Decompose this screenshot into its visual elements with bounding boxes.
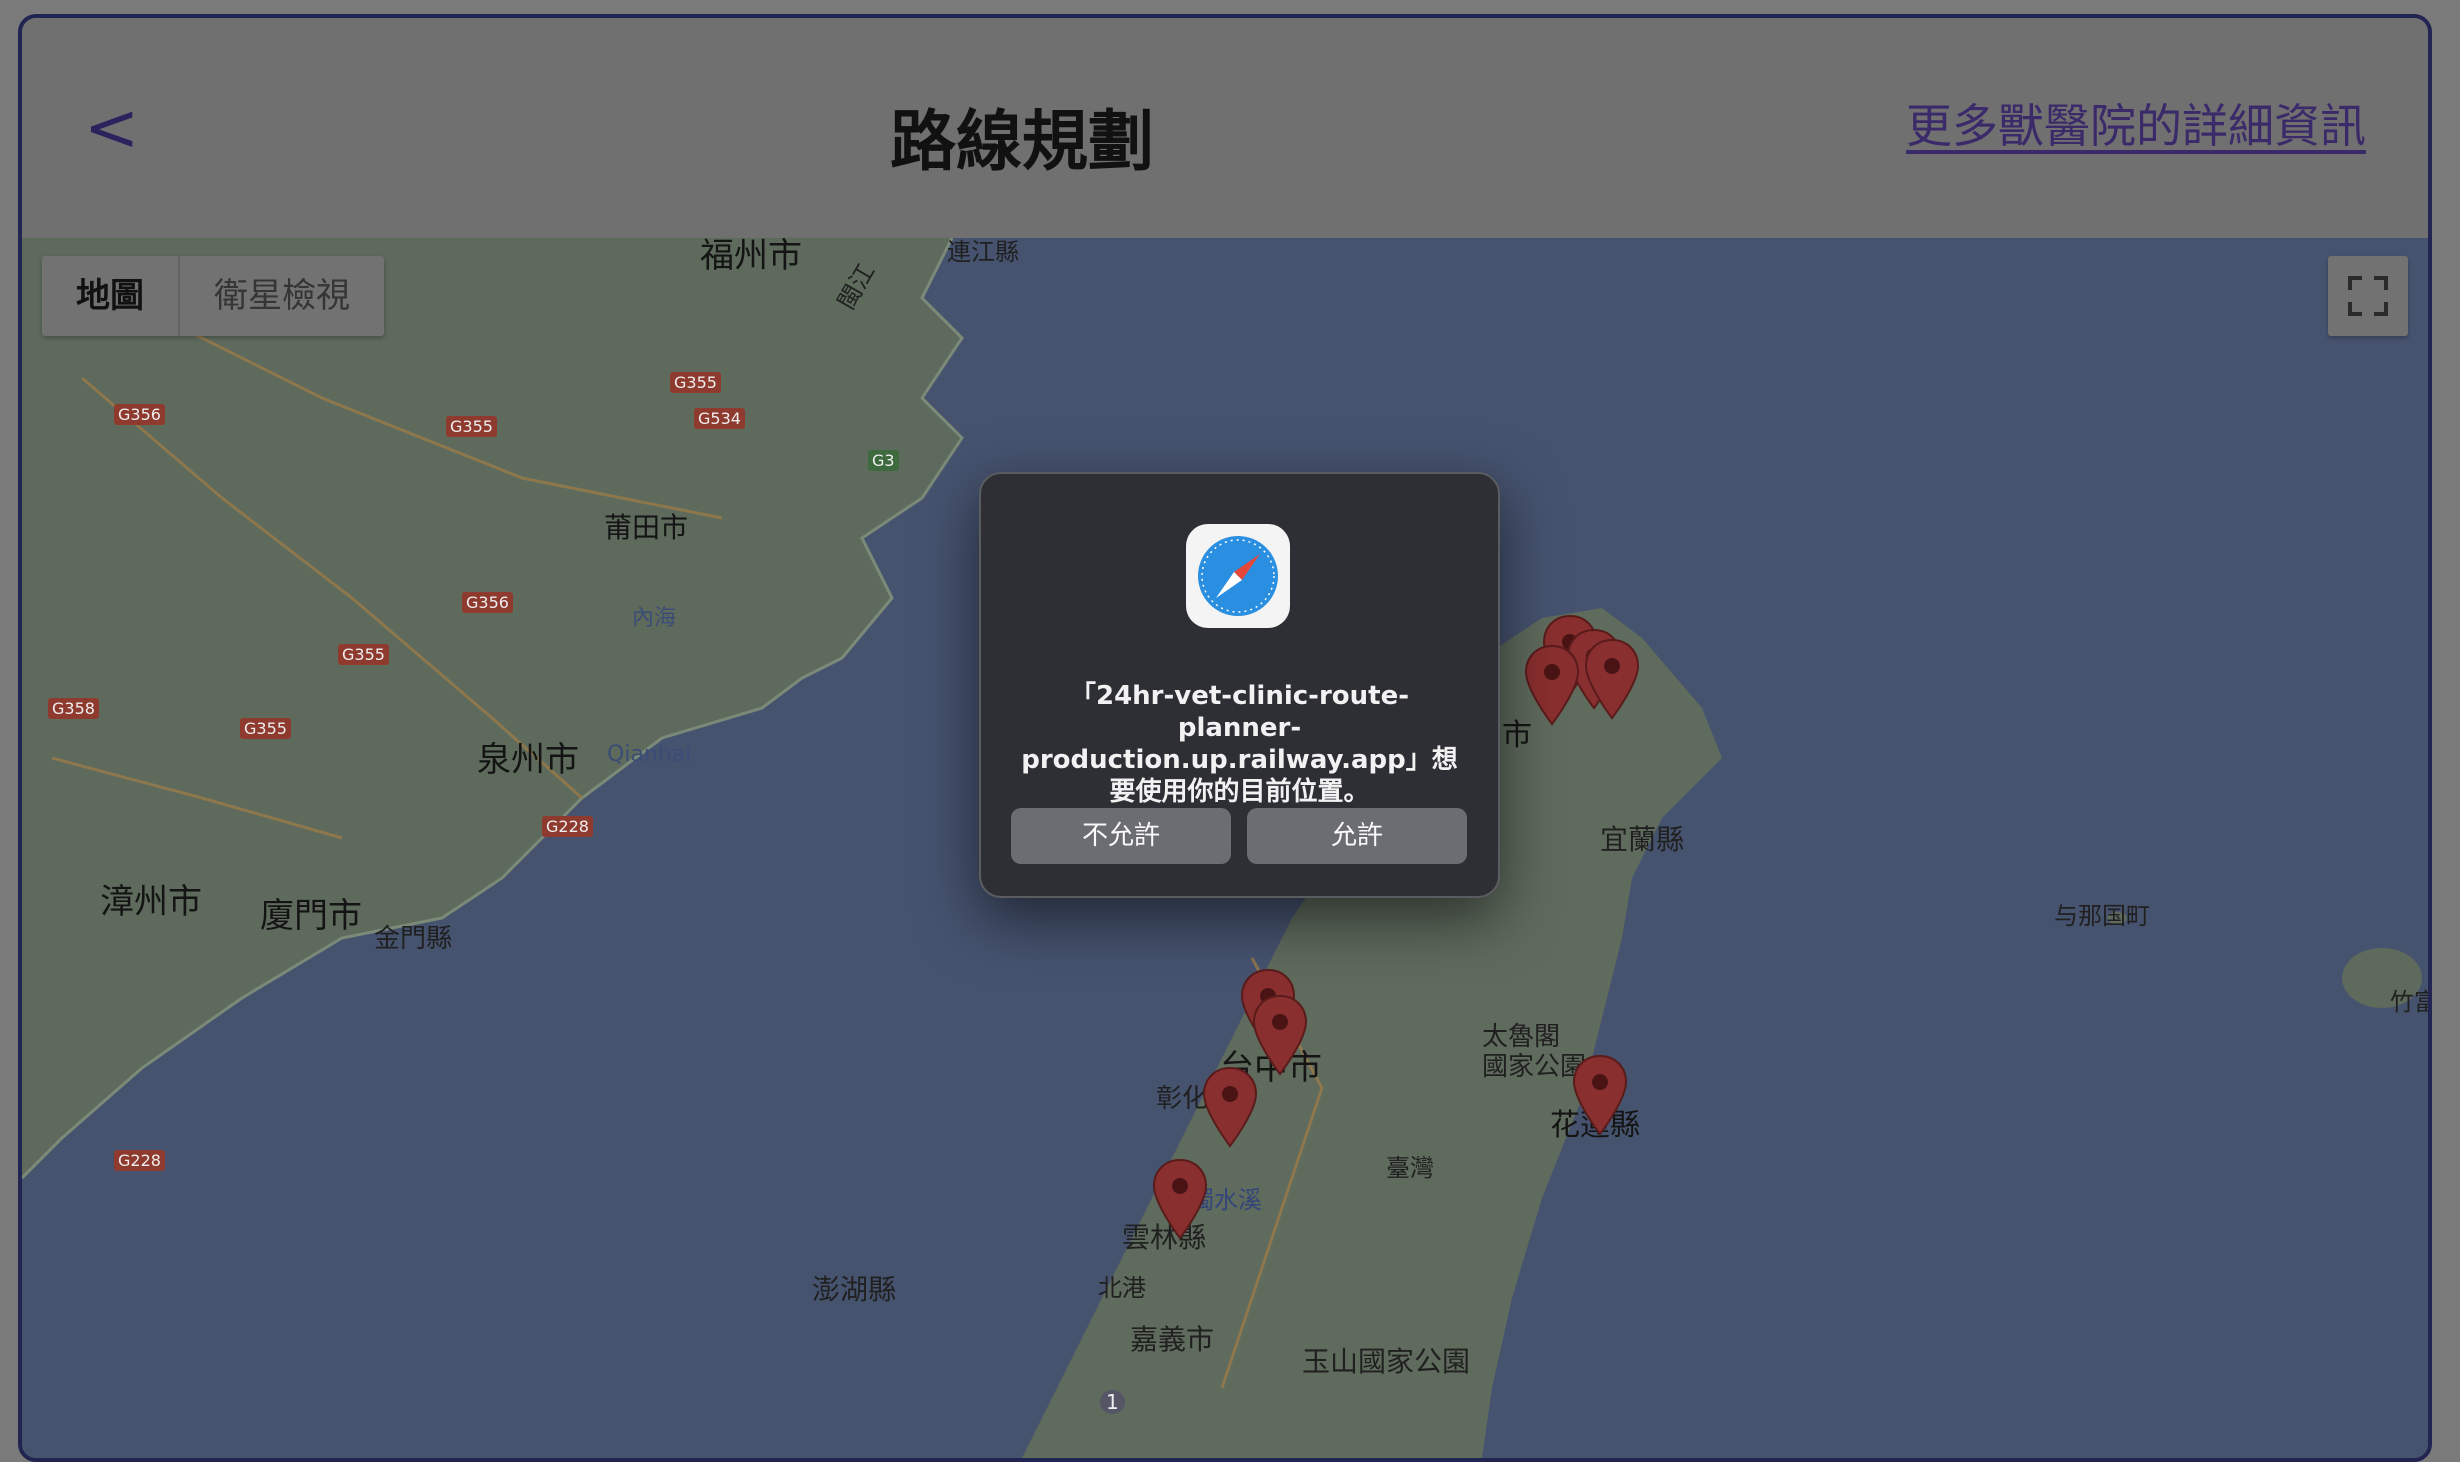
dialog-message: 「24hr-vet-clinic-route-planner-productio… (1021, 681, 1458, 807)
location-permission-dialog: 「24hr-vet-clinic-route-planner-productio… (979, 472, 1500, 898)
safari-compass-icon (1186, 524, 1290, 628)
allow-button[interactable]: 允許 (1247, 808, 1467, 864)
deny-button[interactable]: 不允許 (1011, 808, 1231, 864)
